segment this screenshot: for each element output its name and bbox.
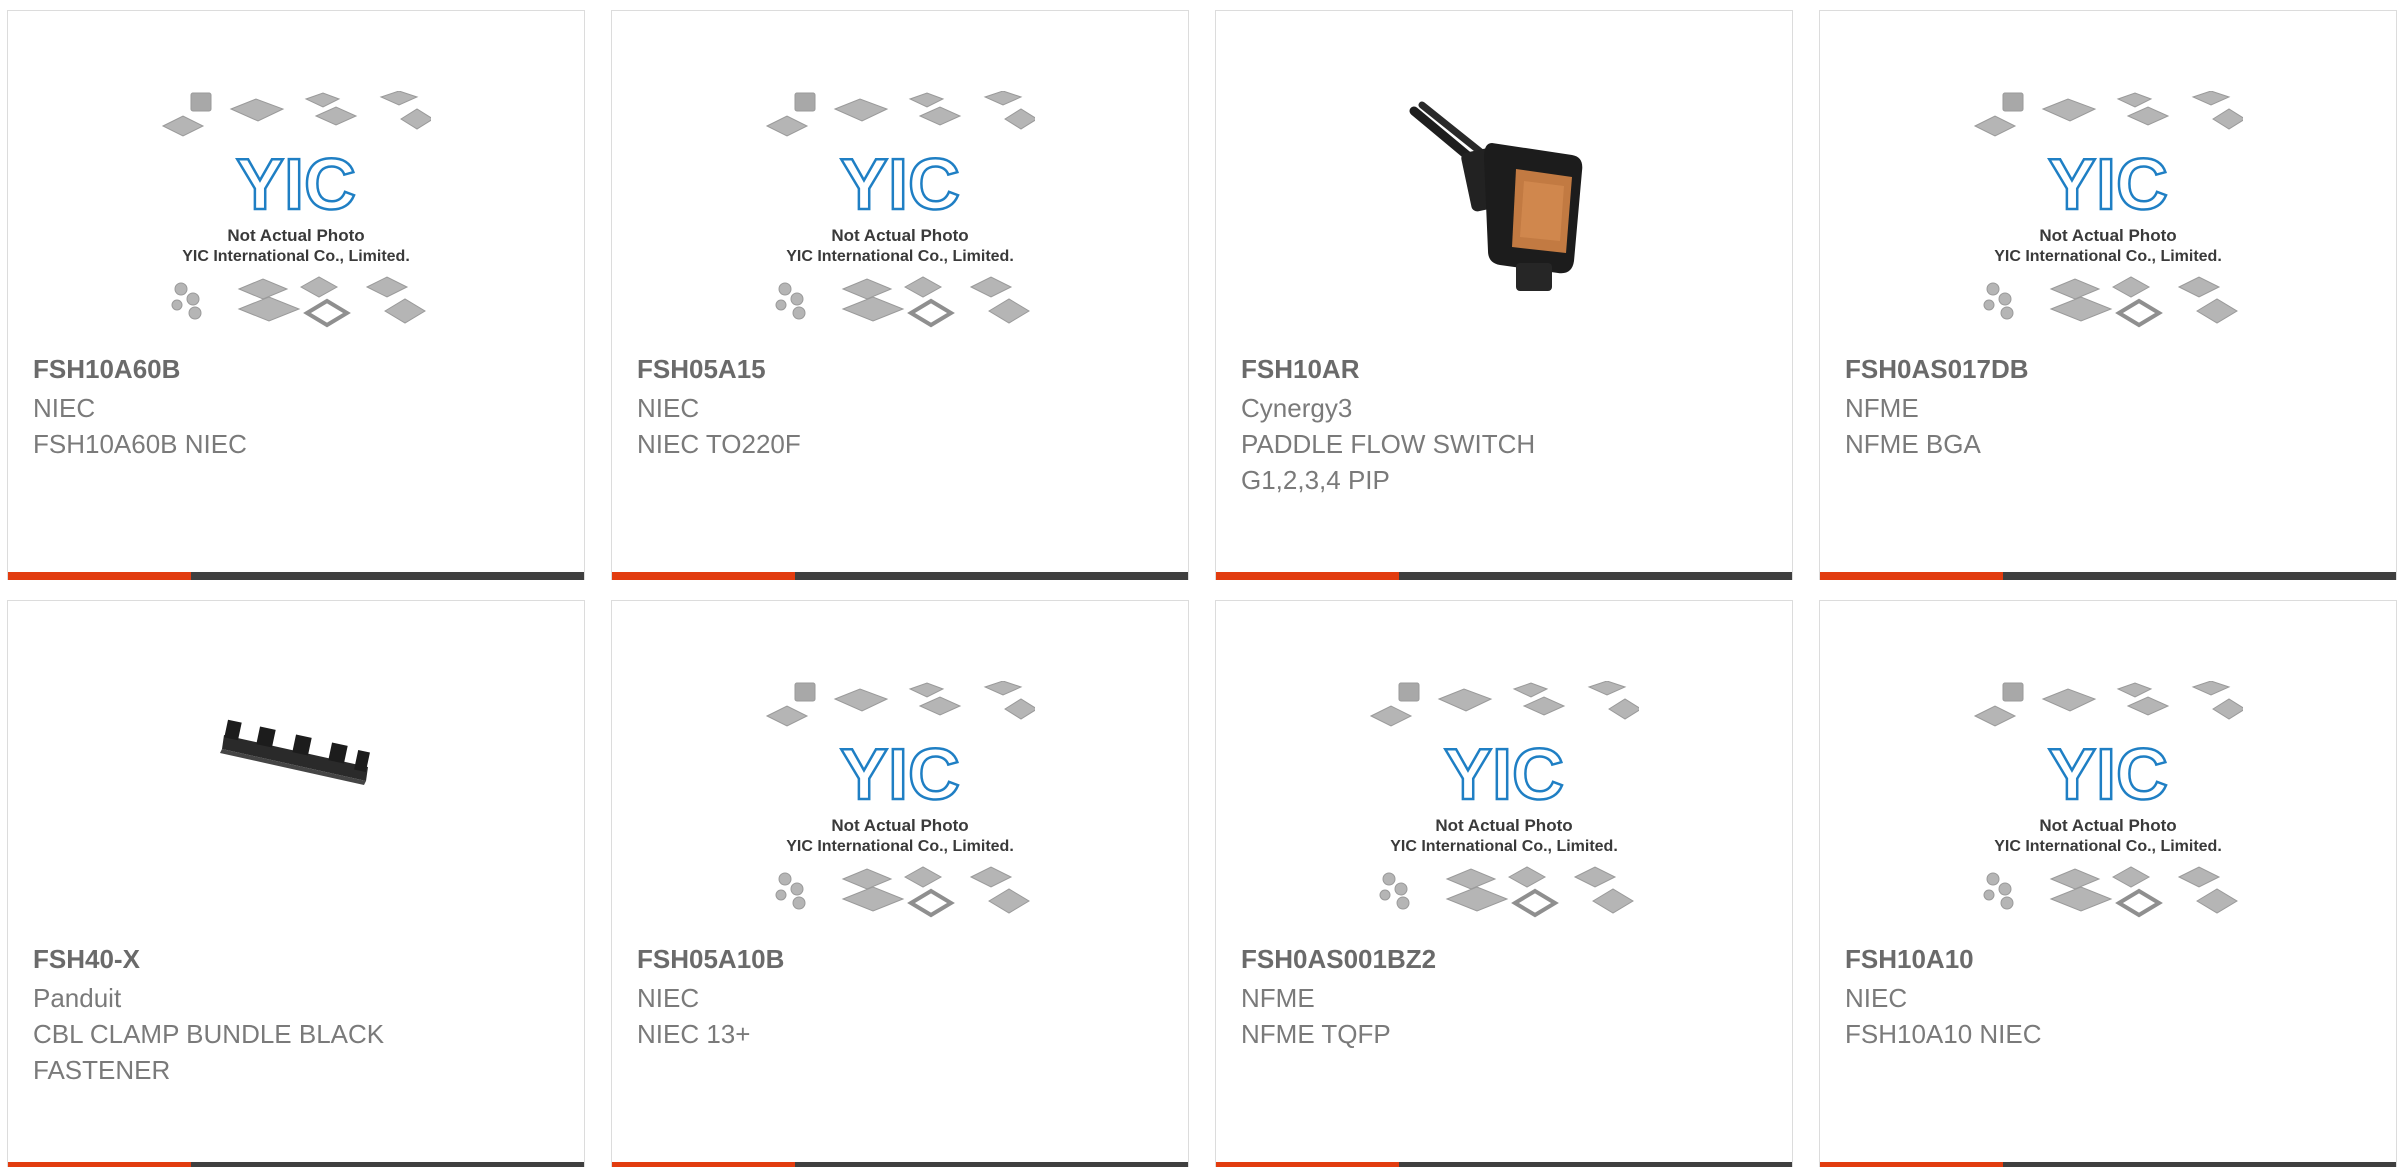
manufacturer: Panduit bbox=[33, 983, 122, 1013]
product-image-placeholder[interactable]: YIC Not Actual Photo YIC International C… bbox=[612, 91, 1188, 363]
part-number-link[interactable]: FSH40-X bbox=[33, 943, 559, 975]
manufacturer: NIEC bbox=[637, 983, 700, 1013]
not-actual-photo-image: YIC Not Actual Photo YIC International C… bbox=[765, 681, 1035, 918]
part-number-link[interactable]: FSH10A10 bbox=[1845, 943, 2371, 975]
not-actual-photo-caption: Not Actual Photo bbox=[2039, 226, 2176, 245]
not-actual-photo-caption: Not Actual Photo bbox=[227, 226, 364, 245]
not-actual-photo-image: YIC Not Actual Photo YIC International C… bbox=[1369, 681, 1639, 918]
product-card[interactable]: YIC Not Actual Photo YIC International C… bbox=[1819, 10, 2397, 580]
flow-switch-photo bbox=[1409, 101, 1583, 291]
product-image-placeholder[interactable]: YIC Not Actual Photo YIC International C… bbox=[612, 681, 1188, 953]
product-card[interactable]: YIC Not Actual Photo YIC International C… bbox=[611, 600, 1189, 1167]
card-footer-bar bbox=[1820, 1162, 2396, 1167]
not-actual-photo-caption: Not Actual Photo bbox=[2039, 816, 2176, 835]
cable-clamp-photo bbox=[220, 719, 370, 785]
card-accent-bar bbox=[8, 1162, 191, 1167]
not-actual-photo-caption: Not Actual Photo bbox=[831, 816, 968, 835]
card-accent-bar bbox=[1216, 1162, 1399, 1167]
description-line-1: PADDLE FLOW SWITCH bbox=[1241, 429, 1536, 459]
product-image-placeholder[interactable]: YIC Not Actual Photo YIC International C… bbox=[1820, 681, 2396, 953]
product-image-placeholder[interactable]: YIC Not Actual Photo YIC International C… bbox=[1820, 91, 2396, 363]
not-actual-photo-image: YIC Not Actual Photo YIC International C… bbox=[765, 91, 1035, 328]
card-footer-bar bbox=[1820, 572, 2396, 580]
card-accent-bar bbox=[1216, 572, 1399, 580]
part-number-link[interactable]: FSH10A60B bbox=[33, 353, 559, 385]
description-line-2: FASTENER bbox=[33, 1055, 171, 1085]
manufacturer: NIEC bbox=[1845, 983, 1908, 1013]
not-actual-photo-image: YIC Not Actual Photo YIC International C… bbox=[1973, 681, 2243, 918]
manufacturer: NFME bbox=[1241, 983, 1315, 1013]
yic-logo: YIC bbox=[840, 735, 960, 815]
description: FSH10A10 NIEC bbox=[1845, 1019, 2042, 1049]
product-info: FSH05A15 NIEC NIEC TO220F bbox=[637, 353, 1163, 462]
company-caption: YIC International Co., Limited. bbox=[1390, 838, 1618, 855]
company-caption: YIC International Co., Limited. bbox=[182, 248, 410, 265]
part-number-link[interactable]: FSH0AS001BZ2 bbox=[1241, 943, 1767, 975]
product-image-placeholder[interactable]: YIC Not Actual Photo YIC International C… bbox=[8, 91, 584, 363]
description-line-2: G1,2,3,4 PIP bbox=[1241, 465, 1390, 495]
manufacturer: NFME bbox=[1845, 393, 1919, 423]
product-info: FSH10AR Cynergy3 PADDLE FLOW SWITCH G1,2… bbox=[1241, 353, 1767, 498]
description: NFME BGA bbox=[1845, 429, 1981, 459]
part-number-link[interactable]: FSH05A10B bbox=[637, 943, 1163, 975]
manufacturer: NIEC bbox=[33, 393, 96, 423]
description-line-1: CBL CLAMP BUNDLE BLACK bbox=[33, 1019, 385, 1049]
yic-logo: YIC bbox=[2048, 145, 2168, 225]
product-card[interactable]: YIC Not Actual Photo YIC International C… bbox=[7, 10, 585, 580]
company-caption: YIC International Co., Limited. bbox=[786, 248, 1014, 265]
yic-logo: YIC bbox=[2048, 735, 2168, 815]
not-actual-photo-image: YIC Not Actual Photo YIC International C… bbox=[161, 91, 431, 328]
part-number-link[interactable]: FSH0AS017DB bbox=[1845, 353, 2371, 385]
company-caption: YIC International Co., Limited. bbox=[1994, 838, 2222, 855]
card-accent-bar bbox=[612, 572, 795, 580]
description: FSH10A60B NIEC bbox=[33, 429, 247, 459]
yic-logo: YIC bbox=[1444, 735, 1564, 815]
company-caption: YIC International Co., Limited. bbox=[786, 838, 1014, 855]
card-accent-bar bbox=[1820, 572, 2003, 580]
not-actual-photo-caption: Not Actual Photo bbox=[1435, 816, 1572, 835]
product-card[interactable]: FSH10AR Cynergy3 PADDLE FLOW SWITCH G1,2… bbox=[1215, 10, 1793, 580]
card-footer-bar bbox=[8, 572, 584, 580]
card-footer-bar bbox=[1216, 1162, 1792, 1167]
product-info: FSH10A10 NIEC FSH10A10 NIEC bbox=[1845, 943, 2371, 1052]
manufacturer: NIEC bbox=[637, 393, 700, 423]
not-actual-photo-image: YIC Not Actual Photo YIC International C… bbox=[1973, 91, 2243, 328]
description: NIEC 13+ bbox=[637, 1019, 751, 1049]
product-info: FSH10A60B NIEC FSH10A60B NIEC bbox=[33, 353, 559, 462]
product-info: FSH0AS001BZ2 NFME NFME TQFP bbox=[1241, 943, 1767, 1052]
product-card[interactable]: FSH40-X Panduit CBL CLAMP BUNDLE BLACK F… bbox=[7, 600, 585, 1167]
product-card[interactable]: YIC Not Actual Photo YIC International C… bbox=[611, 10, 1189, 580]
product-card[interactable]: YIC Not Actual Photo YIC International C… bbox=[1819, 600, 2397, 1167]
card-accent-bar bbox=[8, 572, 191, 580]
card-accent-bar bbox=[612, 1162, 795, 1167]
card-footer-bar bbox=[8, 1162, 584, 1167]
not-actual-photo-caption: Not Actual Photo bbox=[831, 226, 968, 245]
product-info: FSH05A10B NIEC NIEC 13+ bbox=[637, 943, 1163, 1052]
description: NIEC TO220F bbox=[637, 429, 801, 459]
company-caption: YIC International Co., Limited. bbox=[1994, 248, 2222, 265]
card-footer-bar bbox=[1216, 572, 1792, 580]
description: NFME TQFP bbox=[1241, 1019, 1391, 1049]
product-grid: YIC Not Actual Photo YIC International C… bbox=[0, 0, 2400, 1167]
card-footer-bar bbox=[612, 572, 1188, 580]
product-info: FSH0AS017DB NFME NFME BGA bbox=[1845, 353, 2371, 462]
card-footer-bar bbox=[612, 1162, 1188, 1167]
part-number-link[interactable]: FSH05A15 bbox=[637, 353, 1163, 385]
product-info: FSH40-X Panduit CBL CLAMP BUNDLE BLACK F… bbox=[33, 943, 559, 1088]
yic-logo: YIC bbox=[840, 145, 960, 225]
flow-switch-image[interactable] bbox=[1216, 91, 1792, 363]
product-image-placeholder[interactable]: YIC Not Actual Photo YIC International C… bbox=[1216, 681, 1792, 953]
part-number-link[interactable]: FSH10AR bbox=[1241, 353, 1767, 385]
card-accent-bar bbox=[1820, 1162, 2003, 1167]
yic-logo: YIC bbox=[236, 145, 356, 225]
product-card[interactable]: YIC Not Actual Photo YIC International C… bbox=[1215, 600, 1793, 1167]
manufacturer: Cynergy3 bbox=[1241, 393, 1353, 423]
cable-clamp-image[interactable] bbox=[8, 681, 584, 953]
